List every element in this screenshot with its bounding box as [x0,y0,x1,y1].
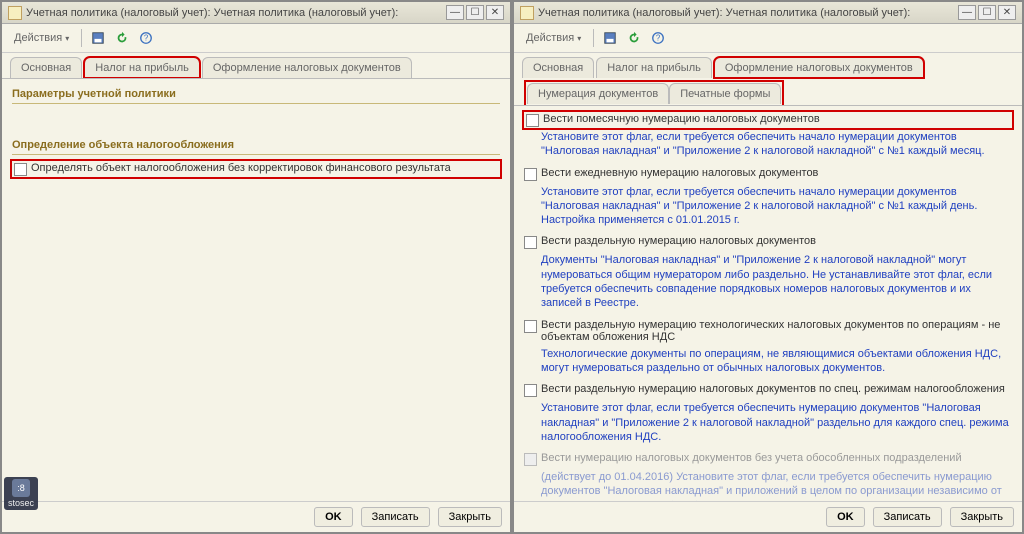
desc-monthly: Установите этот флаг, если требуется обе… [524,128,1012,165]
window-controls: — ☐ ✕ [446,5,504,20]
chk-row-subdiv: Вести нумерацию налоговых документов без… [524,450,1012,468]
chk-label-subdiv: Вести нумерацию налоговых документов без… [541,452,962,464]
chk-row-tech: Вести раздельную нумерацию технологическ… [524,317,1012,345]
subtab-print[interactable]: Печатные формы [669,83,781,104]
ok-button[interactable]: OK [314,507,353,527]
maximize-button[interactable]: ☐ [466,5,484,20]
tabs-right: Основная Налог на прибыль Оформление нал… [514,53,1022,78]
chk-row-spec: Вести раздельную нумерацию налоговых док… [524,381,1012,399]
desc-daily: Установите этот флаг, если требуется обе… [524,183,1012,234]
svg-text:?: ? [656,34,661,43]
toolbar-separator [593,29,594,47]
window-left: Учетная политика (налоговый учет): Учетн… [1,1,511,533]
maximize-button[interactable]: ☐ [978,5,996,20]
tab-tax[interactable]: Налог на прибыль [596,57,712,78]
tab-main[interactable]: Основная [10,57,82,78]
window-right: Учетная политика (налоговый учет): Учетн… [513,1,1023,533]
desc-separate: Документы "Налоговая накладная" и "Прило… [524,251,1012,316]
checkbox-object[interactable] [14,163,27,176]
refresh-icon[interactable] [112,28,132,48]
watermark-icon: :8 [12,479,30,497]
sub-tabs: Нумерация документов Печатные формы [514,78,1022,105]
chk-label-tech: Вести раздельную нумерацию технологическ… [541,319,1012,343]
watermark-text: stosec [6,498,36,508]
save-icon[interactable] [88,28,108,48]
actions-menu[interactable]: Действия [8,30,75,46]
chk-label-daily: Вести ежедневную нумерацию налоговых док… [541,167,818,179]
window-title: Учетная политика (налоговый учет): Учетн… [538,7,958,19]
chk-label-monthly: Вести помесячную нумерацию налоговых док… [543,113,820,125]
toolbar: Действия ? [2,24,510,53]
checkbox-subdiv [524,453,537,466]
help-icon[interactable]: ? [648,28,668,48]
checkbox-tech[interactable] [524,320,537,333]
refresh-icon[interactable] [624,28,644,48]
desc-tech: Технологические документы по операциям, … [524,345,1012,382]
content-left: Параметры учетной политики Определение о… [2,78,510,501]
help-icon[interactable]: ? [136,28,156,48]
save-button[interactable]: Записать [361,507,430,527]
subtab-numbering[interactable]: Нумерация документов [527,83,669,104]
toolbar-separator [81,29,82,47]
chk-label-spec: Вести раздельную нумерацию налоговых док… [541,383,1005,395]
close-footer-button[interactable]: Закрыть [438,507,502,527]
chk-label-separate: Вести раздельную нумерацию налоговых док… [541,235,816,247]
chk-row-object: Определять объект налогообложения без ко… [12,161,500,177]
watermark: :8 stosec [4,477,38,510]
chk-row-daily: Вести ежедневную нумерацию налоговых док… [524,165,1012,183]
checkbox-daily[interactable] [524,168,537,181]
footer: OK Записать Закрыть [514,501,1022,532]
tab-docs[interactable]: Оформление налоговых документов [714,57,924,78]
save-button[interactable]: Записать [873,507,942,527]
close-button[interactable]: ✕ [486,5,504,20]
titlebar: Учетная политика (налоговый учет): Учетн… [514,2,1022,24]
footer: OK Записать Закрыть [2,501,510,532]
desc-subdiv: (действует до 01.04.2016) Установите это… [524,468,1012,501]
app-icon [8,6,22,20]
chk-label-object: Определять объект налогообложения без ко… [31,162,451,174]
window-controls: — ☐ ✕ [958,5,1016,20]
checkbox-spec[interactable] [524,384,537,397]
chk-row-separate: Вести раздельную нумерацию налоговых док… [524,233,1012,251]
tab-tax[interactable]: Налог на прибыль [84,57,200,78]
close-button[interactable]: ✕ [998,5,1016,20]
svg-text:?: ? [144,34,149,43]
app-icon [520,6,534,20]
minimize-button[interactable]: — [446,5,464,20]
save-icon[interactable] [600,28,620,48]
window-title: Учетная политика (налоговый учет): Учетн… [26,7,446,19]
checkbox-separate[interactable] [524,236,537,249]
ok-button[interactable]: OK [826,507,865,527]
toolbar: Действия ? [514,24,1022,53]
close-footer-button[interactable]: Закрыть [950,507,1014,527]
section-object: Определение объекта налогообложения [12,136,500,155]
tabs-left: Основная Налог на прибыль Оформление нал… [2,53,510,78]
tab-main[interactable]: Основная [522,57,594,78]
desc-spec: Установите этот флаг, если требуется обе… [524,399,1012,450]
minimize-button[interactable]: — [958,5,976,20]
actions-menu[interactable]: Действия [520,30,587,46]
tab-docs[interactable]: Оформление налоговых документов [202,57,412,78]
checkbox-monthly[interactable] [526,114,539,127]
section-params: Параметры учетной политики [12,85,500,104]
titlebar: Учетная политика (налоговый учет): Учетн… [2,2,510,24]
content-right: Вести помесячную нумерацию налоговых док… [514,105,1022,501]
chk-row-monthly: Вести помесячную нумерацию налоговых док… [524,112,1012,128]
